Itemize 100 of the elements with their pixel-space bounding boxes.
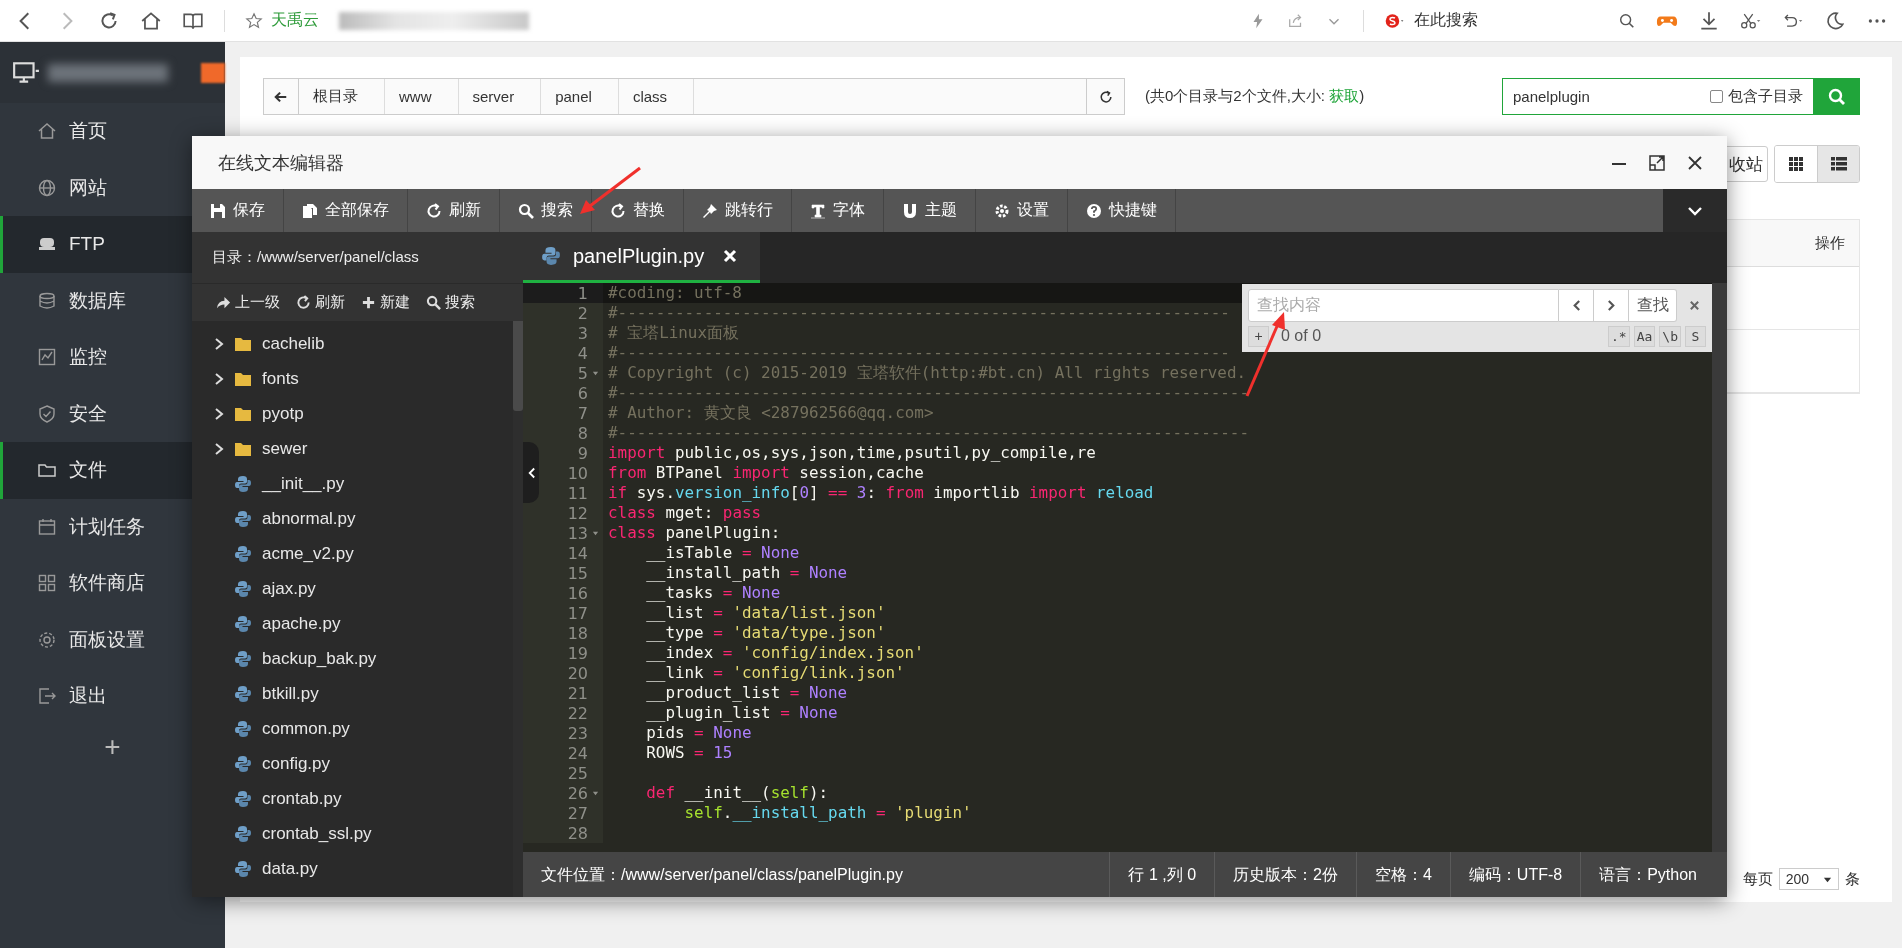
- add-button[interactable]: +: [92, 728, 133, 765]
- python-file-icon: [234, 789, 252, 808]
- scrollbar-track[interactable]: [1712, 283, 1727, 852]
- find-button[interactable]: 查找: [1629, 289, 1677, 322]
- maximize-icon[interactable]: [1647, 152, 1667, 173]
- chevron-right-icon: [214, 371, 224, 386]
- line-number: 20: [567, 663, 588, 683]
- code-line: class panelPlugin:: [608, 523, 781, 542]
- moon-icon[interactable]: [1824, 9, 1846, 32]
- subdirectory-checkbox[interactable]: [1710, 90, 1723, 103]
- download-icon[interactable]: [1698, 9, 1720, 32]
- python-file-icon: [234, 579, 252, 598]
- menu-item-icon: [37, 629, 57, 650]
- window-title: 在线文本编辑器: [218, 151, 344, 175]
- fold-caret-icon[interactable]: [592, 529, 599, 537]
- menu-item-icon: [37, 177, 57, 198]
- python-file-icon: [234, 509, 252, 528]
- python-file-icon: [234, 719, 252, 738]
- view-mode-button[interactable]: [1817, 146, 1859, 182]
- search-field[interactable]: panelplugin 包含子目录: [1502, 78, 1814, 115]
- toolbar-icon: [610, 202, 626, 219]
- file-tab[interactable]: panelPlugin.py: [523, 232, 761, 283]
- python-file-icon: [234, 684, 252, 703]
- star-icon[interactable]: [245, 11, 263, 30]
- tree-toolbar-button[interactable]: 刷新: [290, 287, 351, 318]
- collapse-handle[interactable]: [523, 442, 539, 503]
- chevron-right-icon: [214, 441, 224, 456]
- code-line: #----------------------------------------------------------------: [608, 303, 1230, 322]
- line-number: 8: [577, 423, 588, 443]
- line-number: 10: [567, 463, 588, 483]
- line-number: 3: [577, 323, 588, 343]
- python-file-icon: [234, 544, 252, 563]
- status-item: 语言：Python: [1580, 852, 1715, 897]
- tree-toolbar-button[interactable]: 搜索: [420, 287, 481, 318]
- line-number: 2: [577, 303, 588, 323]
- code-line: __install_path = None: [645, 563, 848, 582]
- python-file-icon: [234, 474, 252, 493]
- python-file-icon: [234, 649, 252, 668]
- folder-icon: [234, 440, 252, 457]
- code-line: __product_list = None: [645, 683, 848, 702]
- line-number: 13: [567, 523, 588, 543]
- line-number: 14: [567, 543, 588, 563]
- site-name[interactable]: 天禹云: [271, 10, 319, 31]
- fold-caret-icon[interactable]: [592, 789, 599, 797]
- file-tree-item[interactable]: config.py: [192, 746, 513, 781]
- toolbar-icon: [702, 202, 718, 219]
- file-tree-item[interactable]: crontab.py: [192, 781, 513, 816]
- toolbar-icon: [210, 202, 226, 219]
- search-option-toggle[interactable]: S: [1685, 325, 1706, 347]
- directory-path: 目录：/www/server/panel/class: [192, 232, 523, 283]
- search-button[interactable]: [1814, 78, 1860, 115]
- previous-button[interactable]: [1559, 289, 1594, 322]
- tree-toolbar-icon: [426, 295, 441, 310]
- search-icon[interactable]: [1618, 11, 1636, 30]
- python-file-icon: [541, 246, 561, 266]
- next-button[interactable]: [1594, 289, 1629, 322]
- monitor-icon: [12, 60, 40, 85]
- line-number: 16: [567, 583, 588, 603]
- menu-item-icon: [37, 121, 57, 142]
- menu-item-icon: [37, 516, 57, 537]
- match-count: 0 of 0: [1281, 327, 1322, 345]
- code-line: __plugin_list = None: [645, 703, 838, 722]
- fold-caret-icon[interactable]: [592, 369, 599, 377]
- search-option-toggle[interactable]: \b: [1659, 325, 1681, 347]
- file-tree-item[interactable]: crontab_ssl.py: [192, 816, 513, 851]
- line-number: 6: [577, 383, 588, 403]
- grid-icon: [1789, 157, 1803, 171]
- line-number: 1: [577, 283, 588, 303]
- code-line: # Author: 黄文良 <287962566@qq.com>: [608, 403, 934, 422]
- code-line: __index = 'config/index.json': [645, 643, 924, 662]
- per-page-select[interactable]: 200: [1778, 868, 1839, 890]
- folder-icon: [234, 370, 252, 387]
- menu-item-icon: [37, 290, 57, 311]
- toolbar-icon: [426, 202, 442, 219]
- menu-item-icon: [37, 347, 57, 368]
- list-icon: [1830, 157, 1847, 171]
- tree-toolbar-button[interactable]: 新建: [355, 287, 416, 318]
- folder-icon: [234, 405, 252, 422]
- add-button[interactable]: +: [1248, 325, 1269, 347]
- close-icon[interactable]: [722, 248, 739, 264]
- search-option-toggle[interactable]: Aa: [1633, 325, 1656, 347]
- per-page-unit: 条: [1845, 869, 1860, 889]
- search-icon: [1827, 86, 1847, 107]
- code-line: from BTPanel import session,cache: [608, 463, 924, 482]
- line-number: 23: [567, 723, 588, 743]
- status-item: 空格：4: [1355, 852, 1450, 897]
- code-line: def __init__(self):: [645, 783, 829, 802]
- status-item: 行 1 ,列 0: [1109, 852, 1215, 897]
- code-line: #coding: utf-8: [608, 283, 742, 302]
- search-label[interactable]: 在此搜索: [1414, 10, 1478, 31]
- python-file-icon: [234, 824, 252, 843]
- search-option-toggle[interactable]: .*: [1608, 325, 1630, 347]
- line-number: 26: [567, 783, 588, 803]
- badge: [201, 62, 225, 83]
- python-file-icon: [234, 754, 252, 773]
- status-item: 编码：UTF-8: [1449, 852, 1581, 897]
- file-tree-item[interactable]: data.py: [192, 851, 513, 886]
- code-line: # Copyright (c) 2015-2019 宝塔软件(http:#bt.cn) All rights reserved.: [608, 363, 1247, 382]
- line-number: 9: [577, 443, 588, 463]
- chevron-right-icon: [1606, 299, 1616, 312]
